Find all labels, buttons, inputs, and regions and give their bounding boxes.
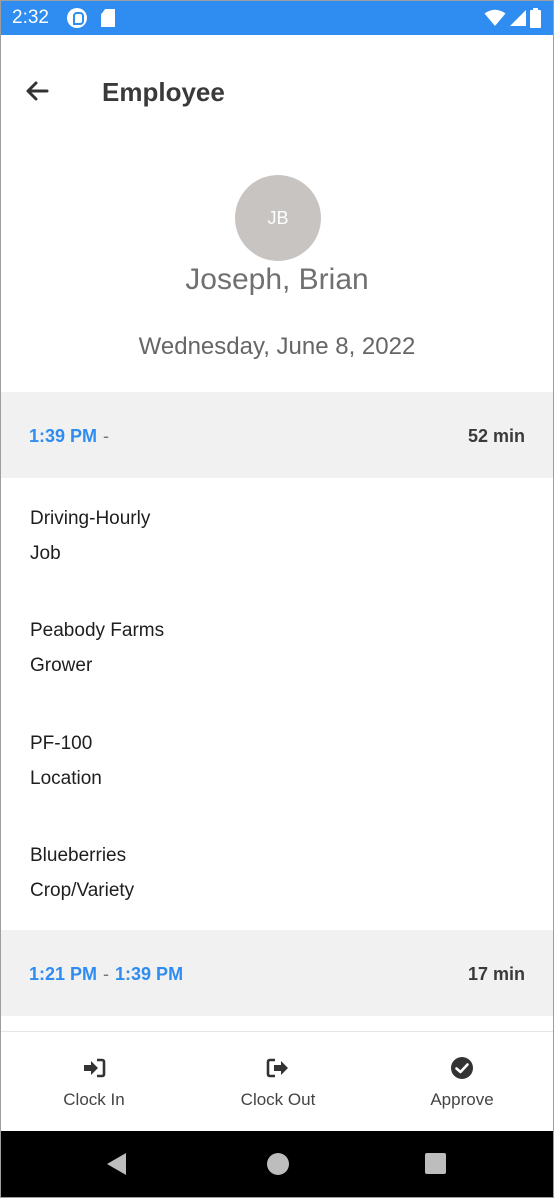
approve-button[interactable]: Approve [370,1032,553,1132]
detail-location: PF-100 Location [30,732,102,791]
system-home-icon[interactable] [267,1153,289,1175]
detail-label: Job [30,543,61,564]
time-separator: - [103,426,110,446]
detail-label: Grower [30,655,93,676]
status-time: 2:32 [12,7,49,28]
battery-icon [530,8,541,28]
detail-job: Driving-Hourly Job [30,507,150,566]
cellular-signal-icon [510,10,526,26]
app-screen: 2:32 Employee JB Joseph, Brian Wednesday… [0,0,554,1198]
employee-name: Joseph, Brian [185,263,369,296]
end-time: 1:39 PM [115,964,184,984]
time-range: 1:39 PM - [29,426,115,447]
detail-crop-variety: Blueberries Crop/Variety [30,844,134,903]
clock-out-button[interactable]: Clock Out [186,1032,370,1132]
detail-label: Crop/Variety [30,880,135,901]
detail-grower: Peabody Farms Grower [30,619,164,678]
avatar: JB [235,175,321,261]
start-time: 1:21 PM [29,964,98,984]
bottom-action-bar: Clock In Clock Out Approve [1,1031,553,1131]
system-navigation-bar [1,1131,553,1197]
start-time: 1:39 PM [29,426,98,446]
entry-date: Wednesday, June 8, 2022 [138,333,416,360]
clock-in-label: Clock In [63,1090,125,1109]
back-button[interactable] [21,75,53,107]
app-notification-icon [67,8,87,28]
sd-card-icon [101,9,115,27]
detail-label: Location [30,768,102,789]
system-recents-icon[interactable] [425,1153,446,1174]
detail-value: Blueberries [30,845,127,866]
time-entry-row[interactable]: 1:21 PM -1:39 PM 17 min [1,930,553,1016]
status-bar: 2:32 [1,1,553,35]
detail-value: Driving-Hourly [30,508,151,529]
detail-value: Peabody Farms [30,620,165,641]
page-title: Employee [102,77,225,107]
sign-out-icon [266,1058,288,1078]
duration: 52 min [467,426,525,446]
duration: 17 min [467,964,525,984]
check-circle-icon [451,1057,473,1079]
status-icons [484,7,541,29]
time-range: 1:21 PM -1:39 PM [29,964,183,985]
clock-out-label: Clock Out [240,1090,316,1109]
wifi-icon [484,9,506,26]
time-separator: - [103,964,110,984]
detail-value: PF-100 [30,733,93,754]
sign-in-icon [84,1058,106,1078]
time-entry-row[interactable]: 1:39 PM - 52 min [1,392,553,478]
avatar-initials: JB [267,207,289,228]
approve-label: Approve [430,1090,494,1109]
app-bar: Employee [1,35,553,151]
arrow-left-icon [26,81,49,101]
clock-in-button[interactable]: Clock In [2,1032,186,1132]
system-back-icon[interactable] [107,1153,126,1175]
